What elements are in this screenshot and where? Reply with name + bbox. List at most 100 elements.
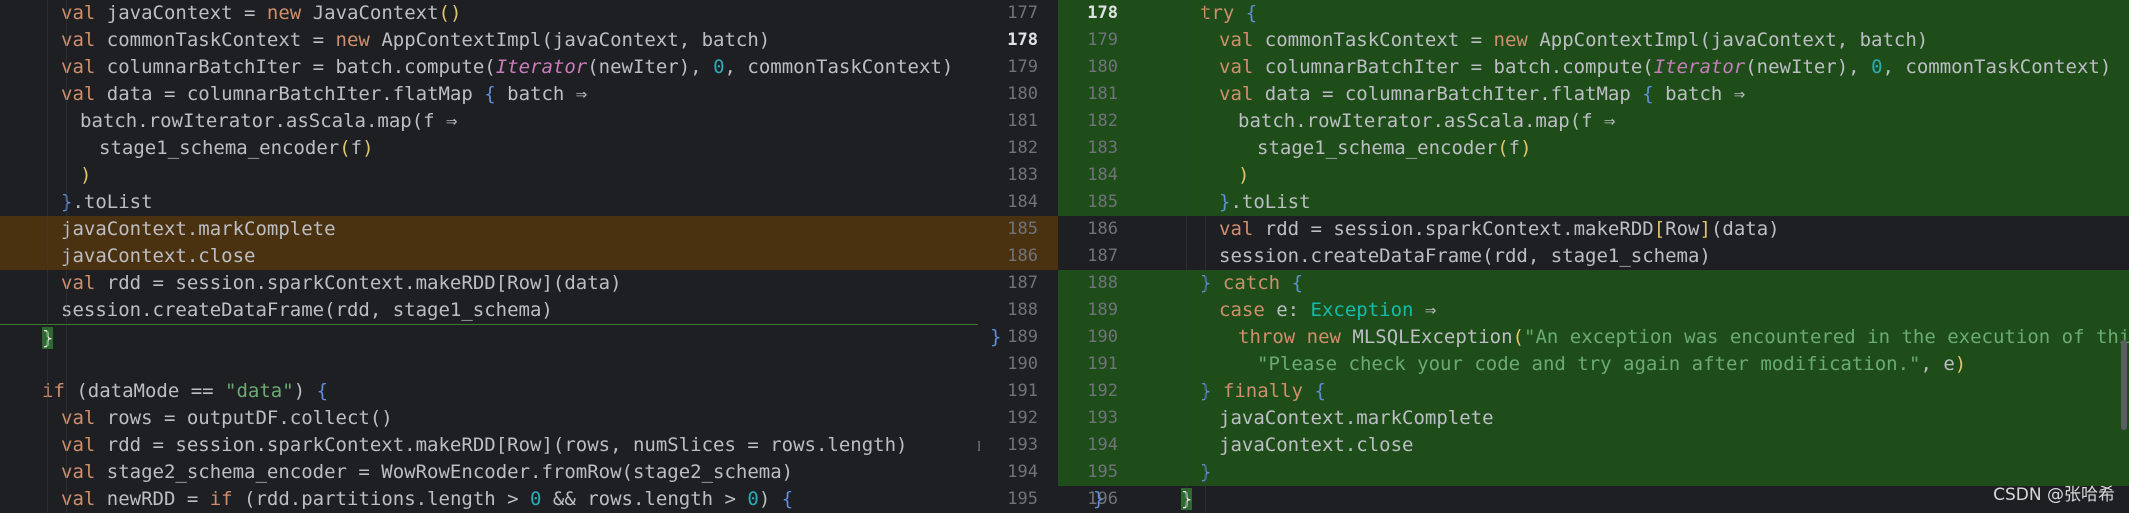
line-number-left[interactable]: 186 — [978, 243, 1038, 270]
code-token: { — [1642, 83, 1654, 105]
line-number-left[interactable]: 187 — [978, 270, 1038, 297]
line-number-right[interactable]: 195 — [1058, 459, 1118, 486]
code-line[interactable]: val rows = outputDF.collect() — [0, 405, 978, 432]
code-line[interactable]: try { — [1139, 0, 2129, 27]
line-number-right[interactable]: 179 — [1058, 27, 1118, 54]
code-line[interactable]: javaContext.markComplete — [0, 216, 978, 243]
brace-match-icon: } — [1093, 488, 1105, 510]
line-number-right[interactable]: 181 — [1058, 81, 1118, 108]
code-token: && rows.length > — [541, 488, 748, 510]
line-number-left[interactable]: 189 — [978, 324, 1038, 351]
code-line[interactable]: ) — [1139, 162, 2129, 189]
line-number-right[interactable]: 192 — [1058, 378, 1118, 405]
line-number-right[interactable]: 183 — [1058, 135, 1118, 162]
line-number-right[interactable]: 185 — [1058, 189, 1118, 216]
code-line[interactable]: stage1_schema_encoder(f) — [1139, 135, 2129, 162]
code-text: javaContext.close — [61, 243, 255, 270]
line-number-right[interactable]: 184 — [1058, 162, 1118, 189]
line-number-left[interactable]: 195 — [978, 486, 1038, 513]
line-number-left[interactable]: 183 — [978, 162, 1038, 189]
code-line[interactable]: val rdd = session.sparkContext.makeRDD[R… — [0, 270, 978, 297]
left-editor-pane[interactable]: val javaContext = new JavaContext() val c… — [0, 0, 978, 513]
code-line[interactable]: } — [1139, 459, 2129, 486]
line-number-right[interactable]: 180 — [1058, 54, 1118, 81]
line-number-right[interactable]: 182 — [1058, 108, 1118, 135]
line-number-left[interactable]: 178 — [978, 27, 1038, 54]
code-token: new — [1493, 29, 1528, 51]
code-text: val commonTaskContext = new AppContextIm… — [1219, 27, 1928, 54]
code-text: val rdd = session.sparkContext.makeRDD[R… — [61, 270, 622, 297]
code-line[interactable]: batch.rowIterator.asScala.map(f ⇒ — [1139, 108, 2129, 135]
line-number-left[interactable]: 181 — [978, 108, 1038, 135]
code-line[interactable]: batch.rowIterator.asScala.map(f ⇒ — [0, 108, 978, 135]
indent-guide — [1205, 0, 1206, 513]
line-number-left[interactable]: 182 — [978, 135, 1038, 162]
code-token: , commonTaskContext) — [724, 56, 954, 78]
code-token: commonTaskContext = — [95, 29, 336, 51]
code-line[interactable]: stage1_schema_encoder(f) — [0, 135, 978, 162]
code-line[interactable]: session.createDataFrame(rdd, stage1_sche… — [0, 297, 978, 324]
line-number-right[interactable]: 186 — [1058, 216, 1118, 243]
code-token: ( — [1497, 137, 1509, 159]
code-line[interactable]: val javaContext = new JavaContext() — [0, 0, 978, 27]
code-text: val rdd = session.sparkContext.makeRDD[R… — [1219, 216, 1780, 243]
code-token: { — [1314, 380, 1326, 402]
code-line[interactable]: ) — [0, 162, 978, 189]
code-line[interactable]: val data = columnarBatchIter.flatMap { b… — [0, 81, 978, 108]
code-line[interactable]: val data = columnarBatchIter.flatMap { b… — [1139, 81, 2129, 108]
code-line[interactable]: "Please check your code and try again af… — [1139, 351, 2129, 378]
code-token: [ — [1653, 218, 1666, 240]
line-number-right[interactable]: 190 — [1058, 324, 1118, 351]
code-line[interactable]: } — [0, 324, 978, 352]
line-number-left[interactable]: 179 — [978, 54, 1038, 81]
line-number-right[interactable]: 178 — [1058, 0, 1118, 27]
code-line[interactable]: session.createDataFrame(rdd, stage1_sche… — [1139, 243, 2129, 270]
line-number-left[interactable]: 188 — [978, 297, 1038, 324]
line-number-left[interactable]: 180 — [978, 81, 1038, 108]
code-line[interactable]: case e: Exception ⇒ — [1139, 297, 2129, 324]
code-line[interactable]: val stage2_schema_encoder = WowRowEncode… — [0, 459, 978, 486]
code-line[interactable]: val rdd = session.sparkContext.makeRDD[R… — [0, 432, 978, 459]
code-text: javaContext.markComplete — [1219, 405, 1494, 432]
code-line[interactable]: } — [1139, 486, 2129, 513]
code-line[interactable]: val columnarBatchIter = batch.compute(It… — [0, 54, 978, 81]
line-number-left[interactable]: 184 — [978, 189, 1038, 216]
line-number-right[interactable]: 193 — [1058, 405, 1118, 432]
line-number-right[interactable]: 191 — [1058, 351, 1118, 378]
code-line[interactable]: val rdd = session.sparkContext.makeRDD[R… — [1139, 216, 2129, 243]
code-line[interactable]: }.toList — [0, 189, 978, 216]
code-line[interactable]: javaContext.markComplete — [1139, 405, 2129, 432]
line-number-right[interactable]: 187 — [1058, 243, 1118, 270]
code-line[interactable]: } catch { — [1139, 270, 2129, 297]
indent-guide — [1186, 0, 1187, 513]
line-number-left[interactable]: 190 — [978, 351, 1038, 378]
scrollbar-thumb[interactable] — [2121, 340, 2127, 430]
code-line[interactable] — [0, 351, 978, 378]
line-number-right[interactable]: 196 — [1058, 486, 1118, 513]
line-number-left[interactable]: 194 — [978, 459, 1038, 486]
fold-toggle-icon[interactable]: ⊟ — [978, 435, 980, 457]
line-number-left[interactable]: 191 — [978, 378, 1038, 405]
line-number-right[interactable]: 188 — [1058, 270, 1118, 297]
line-number-left[interactable]: 192 — [978, 405, 1038, 432]
code-line[interactable]: javaContext.close — [0, 243, 978, 270]
line-number-left[interactable]: 185 — [978, 216, 1038, 243]
line-number-left[interactable]: 193 — [978, 432, 1038, 459]
code-line[interactable]: } finally { — [1139, 378, 2129, 405]
code-token: javaContext.markComplete — [61, 218, 336, 240]
code-line[interactable]: val newRDD = if (rdd.partitions.length >… — [0, 486, 978, 513]
code-line[interactable]: val commonTaskContext = new AppContextIm… — [1139, 27, 2129, 54]
line-number-right[interactable]: 189 — [1058, 297, 1118, 324]
code-line[interactable]: val commonTaskContext = new AppContextIm… — [0, 27, 978, 54]
code-line[interactable]: if (dataMode == "data") { — [0, 378, 978, 405]
code-line[interactable]: javaContext.close — [1139, 432, 2129, 459]
code-token: (rdd.partitions.length > — [232, 488, 531, 510]
code-line[interactable]: val columnarBatchIter = batch.compute(It… — [1139, 54, 2129, 81]
line-number-left[interactable]: 177 — [978, 0, 1038, 27]
code-text: case e: Exception ⇒ — [1219, 297, 1436, 324]
code-line[interactable]: }.toList — [1139, 189, 2129, 216]
code-line[interactable]: throw new MLSQLException("An exception w… — [1139, 324, 2129, 351]
line-number-right[interactable]: 194 — [1058, 432, 1118, 459]
right-editor-pane[interactable]: try {val commonTaskContext = new AppCont… — [1139, 0, 2129, 513]
